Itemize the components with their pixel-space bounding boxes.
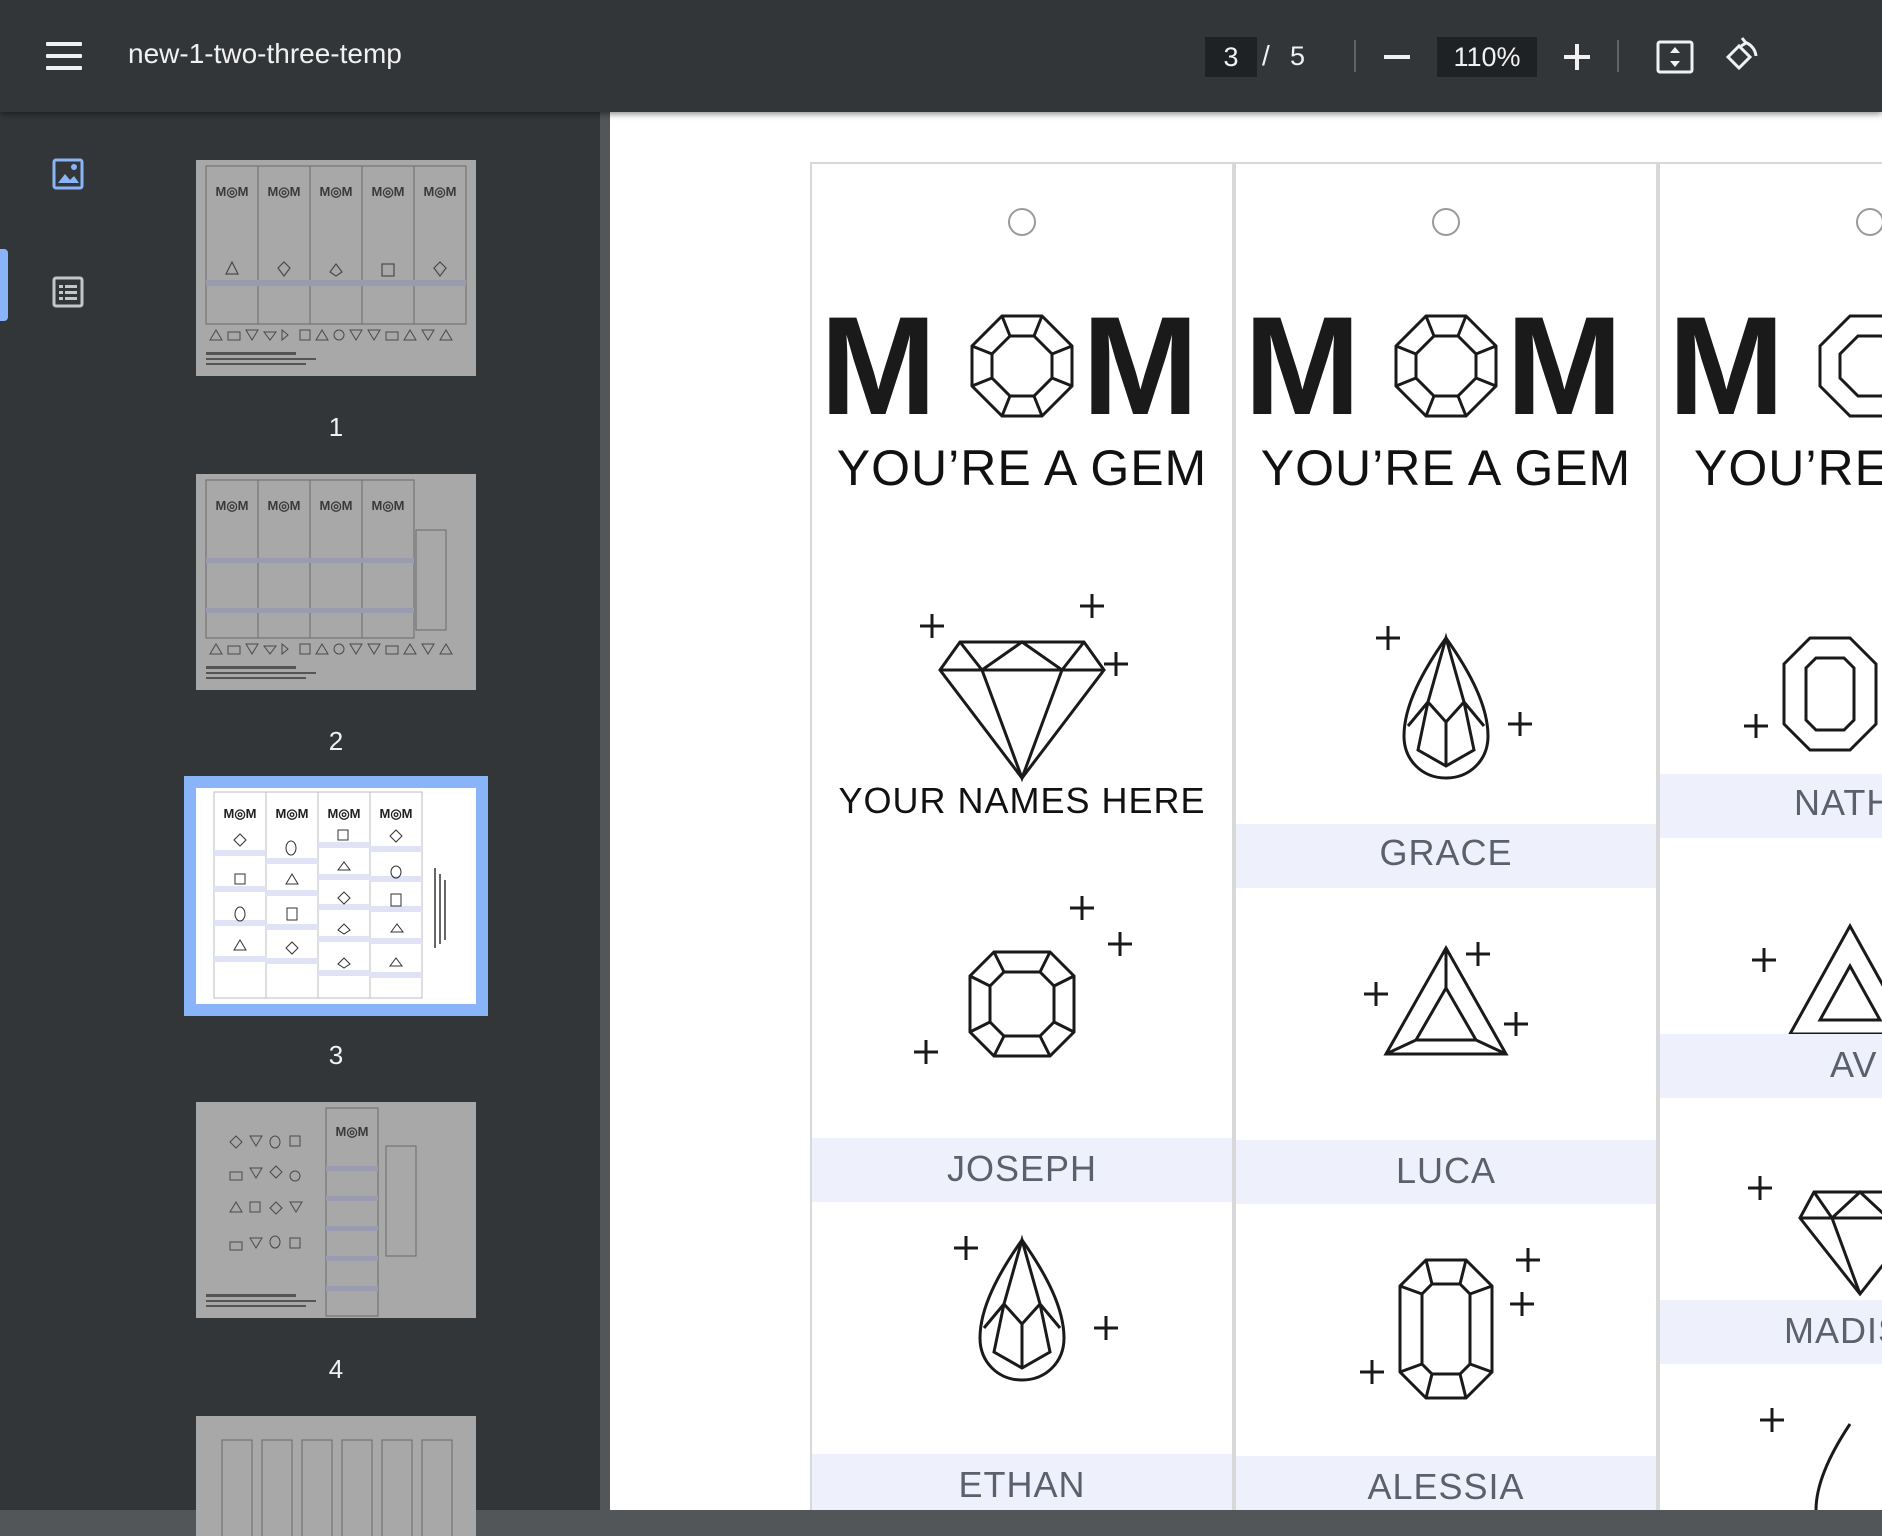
toolbar-divider xyxy=(1617,40,1619,72)
active-view-indicator xyxy=(0,249,8,321)
mom-gem-header-2: M M xyxy=(1244,287,1623,444)
document-title: new-1-two-three-temp xyxy=(128,38,402,69)
page-thumbnail-3[interactable]: M◎M M◎M M◎M M◎M xyxy=(184,776,488,1016)
outline-icon[interactable] xyxy=(50,274,86,310)
svg-text:M◎M: M◎M xyxy=(371,498,404,513)
header-letter-m: M xyxy=(1506,287,1623,444)
toolbar-divider xyxy=(1354,40,1356,72)
header-letter-m: M xyxy=(1244,287,1361,444)
thumbnail-label-3: 3 xyxy=(328,1040,344,1070)
mom-gem-header-1: M M xyxy=(820,287,1199,444)
gem-subtitle: YOU’RE xyxy=(1694,440,1882,496)
document-viewport[interactable]: M M YOU’RE A GEM YOUR NAMES HERE JOSEPH … xyxy=(600,112,1882,1510)
name-label: JOSEPH xyxy=(946,1148,1098,1189)
diamond-icon xyxy=(920,594,1128,783)
name-label: ETHAN xyxy=(958,1464,1086,1505)
cushion-gem-icon xyxy=(914,896,1132,1064)
svg-text:M◎M: M◎M xyxy=(267,184,300,199)
octagon-gem-icon xyxy=(1818,314,1882,418)
rotate-icon[interactable] xyxy=(1718,36,1760,78)
trillion-gem-icon xyxy=(1364,942,1528,1056)
svg-text:M◎M: M◎M xyxy=(423,184,456,199)
name-label: LUCA xyxy=(1395,1150,1497,1191)
svg-text:M◎M: M◎M xyxy=(319,498,352,513)
gem-subtitle: YOU’RE A GEM xyxy=(1260,440,1632,496)
thumbnail-label-2: 2 xyxy=(328,726,344,756)
svg-text:M◎M: M◎M xyxy=(319,184,352,199)
zoom-level[interactable]: 110% xyxy=(1437,37,1537,77)
svg-text:M◎M: M◎M xyxy=(275,806,308,821)
svg-text:M◎M: M◎M xyxy=(327,806,360,821)
name-label: YOUR NAMES HERE xyxy=(838,780,1206,821)
mom-gem-header-3: M xyxy=(1668,287,1882,444)
thumbnails-icon[interactable] xyxy=(50,156,86,192)
svg-text:M◎M: M◎M xyxy=(215,184,248,199)
page-thumbnail-1[interactable]: M◎M M◎M M◎M M◎M M◎M xyxy=(196,160,476,376)
page-thumbnail-4[interactable]: M◎M xyxy=(196,1102,476,1318)
page-thumbnail-5[interactable] xyxy=(196,1416,476,1536)
bookmark-column-2: M M YOU’RE A GEM GRACE LUCA ALESSIA xyxy=(1234,162,1658,1510)
page-number-input[interactable]: 3 xyxy=(1205,37,1257,77)
pdf-toolbar: new-1-two-three-temp 3 / 5 110% xyxy=(0,0,1882,112)
zoom-in-icon[interactable] xyxy=(1560,40,1594,74)
emerald-gem-icon xyxy=(1360,1248,1540,1400)
svg-text:M◎M: M◎M xyxy=(335,1124,368,1139)
menu-icon[interactable] xyxy=(46,40,82,72)
octagon-gem-icon xyxy=(970,314,1074,418)
page-thumbnail-2[interactable]: M◎M M◎M M◎M M◎M xyxy=(196,474,476,690)
name-label: MADIS xyxy=(1784,1310,1882,1351)
pear-gem-icon xyxy=(954,1234,1118,1382)
zoom-out-icon[interactable] xyxy=(1380,40,1414,74)
name-label: GRACE xyxy=(1379,832,1513,873)
page-total: 5 xyxy=(1290,41,1306,71)
name-label: AV xyxy=(1830,1044,1878,1085)
name-label: ALESSIA xyxy=(1367,1466,1525,1507)
bookmark-column-3: M YOU’RE NATH AV MADI xyxy=(1658,162,1882,1510)
octagon-gem-icon xyxy=(1394,314,1498,418)
bookmark-column-1: M M YOU’RE A GEM YOUR NAMES HERE JOSEPH … xyxy=(810,162,1234,1510)
svg-text:M◎M: M◎M xyxy=(379,806,412,821)
pear-gem-icon xyxy=(1760,1408,1852,1510)
fit-page-icon[interactable] xyxy=(1654,36,1696,78)
svg-text:M◎M: M◎M xyxy=(215,498,248,513)
thumbnail-label-4: 4 xyxy=(328,1354,344,1384)
name-label: NATH xyxy=(1794,782,1882,823)
thumbnail-sidebar: M◎M M◎M M◎M M◎M M◎M 1 M◎M M◎M M◎M M◎M 2 … xyxy=(0,112,600,1536)
gem-subtitle: YOU’RE A GEM xyxy=(836,440,1208,496)
svg-text:M◎M: M◎M xyxy=(371,184,404,199)
thumbnail-label-1: 1 xyxy=(328,412,344,442)
page-separator: / xyxy=(1262,40,1270,71)
header-letter-m: M xyxy=(1668,287,1785,444)
pdf-page-3: M M YOU’RE A GEM YOUR NAMES HERE JOSEPH … xyxy=(610,112,1882,1510)
header-letter-m: M xyxy=(820,287,937,444)
svg-text:M◎M: M◎M xyxy=(267,498,300,513)
svg-text:M◎M: M◎M xyxy=(223,806,256,821)
header-letter-m: M xyxy=(1082,287,1199,444)
pear-gem-icon xyxy=(1376,626,1532,780)
